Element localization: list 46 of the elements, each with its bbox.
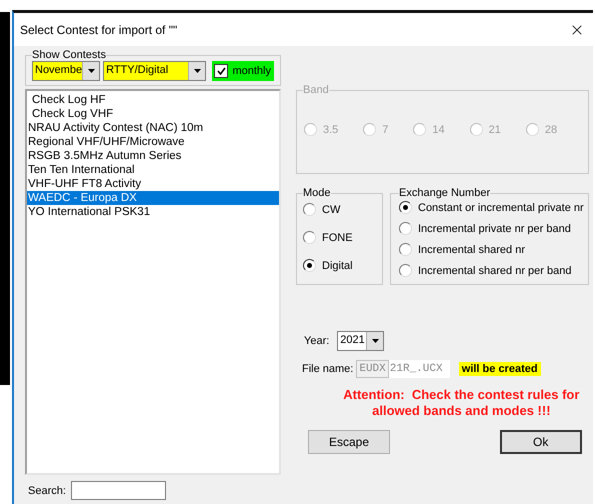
- search-field[interactable]: [70, 481, 166, 500]
- contest-item[interactable]: Check Log HF: [27, 93, 279, 107]
- window-title: Select Contest for import of "": [20, 22, 178, 36]
- dialog-button[interactable]: Escape: [308, 430, 390, 454]
- radio-circle[interactable]: [399, 201, 412, 214]
- group-label: Band: [303, 84, 329, 96]
- file-name-field: 21R_.UCX: [388, 360, 450, 378]
- radio-circle[interactable]: [399, 222, 412, 235]
- group-label: Show Contests: [32, 49, 106, 61]
- contest-item[interactable]: NRAU Activity Contest (NAC) 10m: [27, 121, 279, 135]
- contest-item[interactable]: YO International PSK31: [27, 205, 279, 219]
- radio-option[interactable]: CW: [303, 203, 376, 216]
- search-label: Search:: [28, 484, 66, 496]
- contest-item[interactable]: Ten Ten International: [27, 163, 279, 177]
- radio-circle[interactable]: [303, 203, 316, 216]
- group-label: Exchange Number: [399, 187, 490, 199]
- contest-item[interactable]: Check Log VHF: [27, 107, 279, 121]
- radio-option[interactable]: Incremental shared nr: [399, 243, 584, 256]
- year-label: Year:: [304, 335, 330, 347]
- monthly-checkbox[interactable]: monthly: [212, 61, 274, 81]
- radio-option[interactable]: Incremental private nr per band: [399, 222, 584, 235]
- radio-circle[interactable]: [303, 259, 316, 272]
- month-dropdown[interactable]: Novembe: [32, 61, 100, 81]
- radio-option[interactable]: FONE: [303, 231, 376, 244]
- radio-option[interactable]: Digital: [303, 259, 376, 272]
- file-name-label: File name:: [302, 363, 354, 375]
- radio-option[interactable]: Constant or incremental private nr: [399, 201, 584, 214]
- status-note: will be created: [458, 362, 541, 376]
- contest-item[interactable]: VHF-UHF FT8 Activity: [27, 177, 279, 191]
- radio-option[interactable]: Incremental shared nr per band: [399, 264, 584, 277]
- caret-icon: [372, 339, 379, 343]
- category-dropdown[interactable]: RTTY/Digital: [103, 61, 206, 81]
- radio-circle[interactable]: [399, 243, 412, 256]
- contest-item[interactable]: RSGB 3.5MHz Autumn Series: [27, 149, 279, 163]
- radio-circle[interactable]: [399, 264, 412, 277]
- contest-item[interactable]: Regional VHF/UHF/Microwave: [27, 135, 279, 149]
- radio-circle[interactable]: [303, 231, 316, 244]
- year-dropdown[interactable]: 2021: [337, 331, 384, 351]
- contest-item[interactable]: WAEDC - Europa DX: [27, 191, 279, 205]
- dialog-button[interactable]: Ok: [500, 430, 582, 454]
- file-prefix-field: EUDX: [356, 360, 389, 378]
- caret-icon: [194, 69, 201, 73]
- caret-icon: [88, 69, 95, 73]
- check-icon: [216, 67, 226, 75]
- group-label: Mode: [303, 187, 331, 199]
- warning-text: Attention: Check the contest rules for allowed bands and modes !!!: [342, 387, 580, 419]
